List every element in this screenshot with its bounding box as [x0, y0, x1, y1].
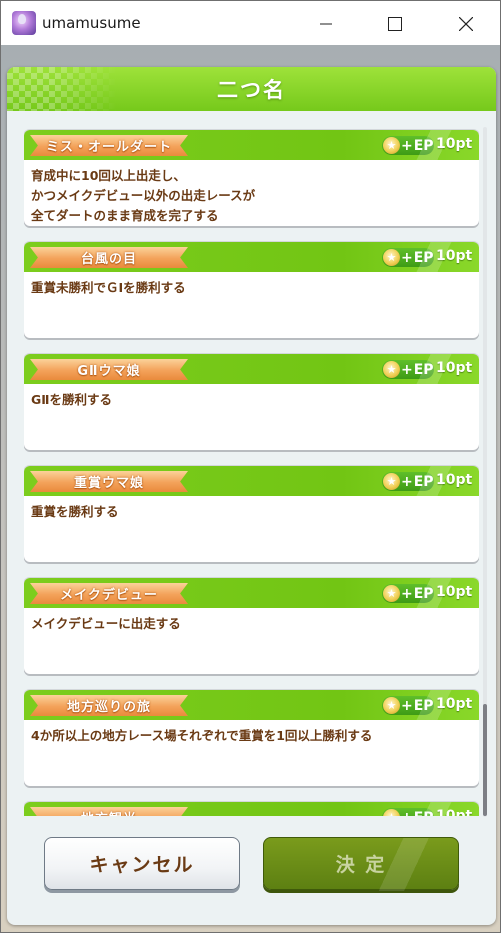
- star-icon: ★: [383, 585, 400, 602]
- ep-badge: ★+EP: [382, 248, 434, 267]
- header-pattern: [7, 67, 117, 111]
- confirm-button[interactable]: 決 定: [263, 837, 459, 891]
- ep-label: EP: [413, 473, 434, 490]
- ep-badge: ★+EP: [382, 136, 434, 155]
- ep-badge: ★+EP: [382, 360, 434, 379]
- title-card[interactable]: 地方巡りの旅 ★ + EP 10pt 4か所以上の地方レース場それぞれで重賞を1回以上勝利…: [24, 690, 479, 786]
- scrollbar-thumb[interactable]: [483, 704, 487, 816]
- plus-icon: +: [401, 249, 413, 266]
- star-icon: ★: [383, 473, 400, 490]
- title-description: メイクデビューに出走する: [31, 616, 181, 631]
- minimize-button[interactable]: [303, 1, 349, 46]
- title-name: 地方巡りの旅: [66, 700, 151, 715]
- title-card-header: 重賞ウマ娘 ★ + EP 10pt: [24, 466, 479, 496]
- plus-icon: +: [401, 585, 413, 602]
- window-title: umamusume: [42, 14, 141, 32]
- maximize-button[interactable]: [372, 1, 418, 46]
- title-card-header: 地方観光 ★+EP10pt: [24, 802, 479, 816]
- window-titlebar: umamusume: [0, 0, 501, 45]
- title-card-header: GⅡウマ娘 ★ + EP 10pt: [24, 354, 479, 384]
- close-button[interactable]: [443, 1, 489, 46]
- ep-points: 10pt: [436, 696, 473, 712]
- game-area: 二つ名 ミス・オールダート ★ + EP 10pt 育成中に10回以上出走し、 かつメイク…: [0, 45, 501, 933]
- title-dialog: 二つ名 ミス・オールダート ★ + EP 10pt 育成中に10回以上出走し、 かつメイク…: [7, 67, 496, 925]
- plus-icon: +: [401, 137, 413, 154]
- title-card[interactable]: 台風の目 ★ + EP 10pt 重賞未勝利でＧⅠを勝利する: [24, 242, 479, 338]
- title-name-ribbon: メイクデビュー: [30, 583, 188, 604]
- title-card-header: ミス・オールダート ★ + EP 10pt: [24, 130, 479, 160]
- ep-points: 10pt: [436, 248, 473, 264]
- star-icon: ★: [383, 249, 400, 266]
- ep-label: EP: [414, 810, 434, 817]
- title-card[interactable]: 重賞ウマ娘 ★ + EP 10pt 重賞を勝利する: [24, 466, 479, 562]
- title-name: 地方観光: [81, 808, 137, 816]
- title-description: 育成中に10回以上出走し、 かつメイクデビュー以外の出走レースが 全てダートのま…: [31, 168, 256, 223]
- title-name-ribbon: GⅡウマ娘: [30, 359, 188, 380]
- title-card[interactable]: ミス・オールダート ★ + EP 10pt 育成中に10回以上出走し、 かつメイクデビュー…: [24, 130, 479, 226]
- title-name: GⅡウマ娘: [77, 364, 141, 379]
- ep-points: 10pt: [436, 472, 473, 488]
- plus-icon: +: [401, 473, 413, 490]
- title-description: 重賞を勝利する: [31, 504, 119, 519]
- ep-badge: ★+EP: [382, 584, 434, 603]
- cancel-button[interactable]: キャンセル: [44, 837, 240, 890]
- ep-label: EP: [413, 585, 434, 602]
- ep-label: EP: [413, 249, 434, 266]
- title-name-ribbon: 台風の目: [30, 247, 188, 268]
- ep-badge: ★+EP: [382, 696, 434, 715]
- title-name-ribbon: 重賞ウマ娘: [30, 471, 188, 492]
- title-name: 重賞ウマ娘: [73, 476, 144, 491]
- ep-points: 10pt: [436, 808, 473, 816]
- close-icon: [459, 16, 473, 31]
- title-card-header: メイクデビュー ★ + EP 10pt: [24, 578, 479, 608]
- title-card-header: 地方巡りの旅 ★ + EP 10pt: [24, 690, 479, 720]
- ep-badge: ★+EP: [382, 472, 434, 491]
- title-list[interactable]: ミス・オールダート ★ + EP 10pt 育成中に10回以上出走し、 かつメイクデビュー…: [24, 124, 479, 816]
- plus-icon: +: [401, 697, 413, 714]
- ep-badge: ★+EP: [382, 808, 434, 816]
- app-icon: [12, 11, 36, 35]
- title-card-header: 台風の目 ★ + EP 10pt: [24, 242, 479, 272]
- title-name-ribbon: 地方観光: [30, 807, 188, 816]
- title-description: GⅡを勝利する: [31, 392, 112, 407]
- title-name-ribbon: ミス・オールダート: [30, 135, 188, 156]
- title-name: ミス・オールダート: [45, 140, 172, 155]
- title-card[interactable]: GⅡウマ娘 ★ + EP 10pt GⅡを勝利する: [24, 354, 479, 450]
- dialog-title: 二つ名: [217, 78, 286, 102]
- plus-icon: +: [401, 361, 413, 378]
- ep-label: EP: [413, 697, 434, 714]
- maximize-icon: [388, 16, 402, 31]
- star-icon: ★: [383, 809, 400, 816]
- star-icon: ★: [383, 361, 400, 378]
- title-description: 重賞未勝利でＧⅠを勝利する: [31, 280, 186, 295]
- title-description: 4か所以上の地方レース場それぞれで重賞を1回以上勝利する: [31, 728, 373, 743]
- ep-points: 10pt: [436, 136, 473, 152]
- ep-label: EP: [413, 137, 434, 154]
- title-name: メイクデビュー: [60, 588, 158, 603]
- star-icon: ★: [383, 137, 400, 154]
- title-card[interactable]: 地方観光 ★+EP10pt: [24, 802, 479, 816]
- ep-points: 10pt: [436, 584, 473, 600]
- title-name: 台風の目: [80, 252, 137, 267]
- plus-icon: +: [401, 810, 413, 817]
- ep-label: EP: [413, 361, 434, 378]
- star-icon: ★: [383, 697, 400, 714]
- dialog-header: 二つ名: [7, 67, 496, 111]
- minimize-icon: [320, 23, 332, 24]
- title-card[interactable]: メイクデビュー ★ + EP 10pt メイクデビューに出走する: [24, 578, 479, 674]
- ep-points: 10pt: [436, 360, 473, 376]
- title-name-ribbon: 地方巡りの旅: [30, 695, 188, 716]
